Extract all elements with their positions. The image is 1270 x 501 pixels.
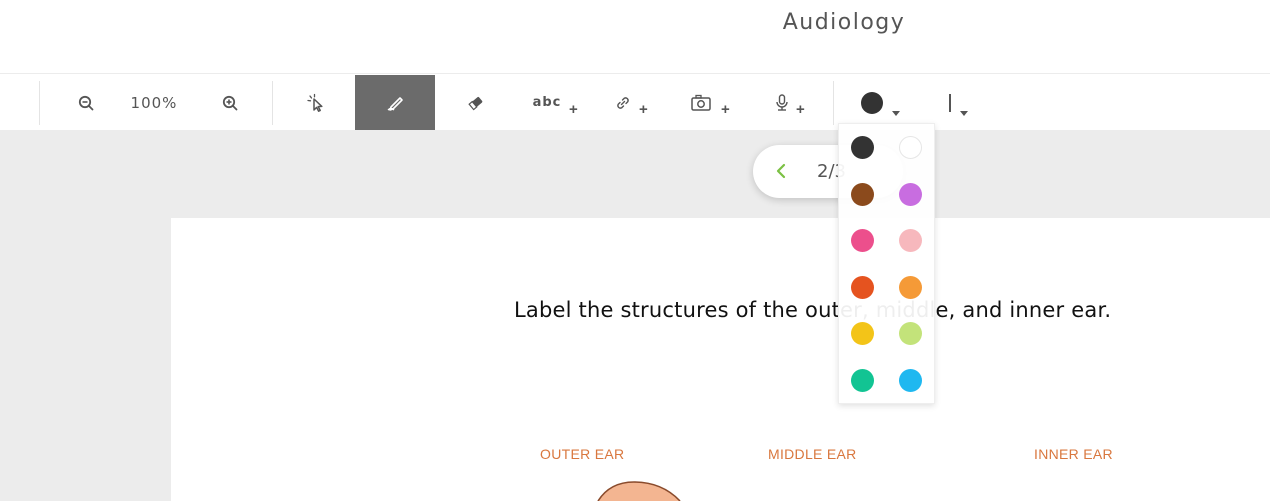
chevron-down-icon [892,111,900,116]
toolbar-divider [272,81,273,125]
add-text-button[interactable]: abc + [523,75,585,130]
color-swatch[interactable] [851,229,874,252]
plus-icon: + [569,101,578,118]
text-tool-label: abc [532,95,562,110]
color-picker-button[interactable] [850,75,906,130]
pointer-select-icon [307,93,323,112]
app-title: Audiology [782,10,906,35]
select-tool-button[interactable] [294,75,338,130]
microphone-icon [776,93,788,111]
selected-color-swatch [861,91,883,114]
ear-illustration [597,481,681,501]
toolbar-divider [39,81,40,125]
color-palette-dropdown [838,123,935,404]
middle-ear-label: MIDDLE EAR [768,446,857,462]
eraser-tool-button[interactable] [456,75,496,130]
pen-icon [387,96,403,111]
annotation-toolbar: 100% abc + + + + [0,75,1270,130]
add-image-button[interactable]: + [683,75,735,130]
color-swatch[interactable] [851,136,874,159]
chevron-left-icon [776,163,786,179]
app-header: Audiology [0,0,1270,74]
pen-tool-button[interactable] [355,75,435,130]
toolbar-divider [833,81,834,125]
question-text: Label the structures of the outer, middl… [514,298,1112,322]
link-icon [617,96,629,109]
plus-icon: + [796,101,805,118]
color-swatch[interactable] [851,182,874,206]
color-swatch[interactable] [851,275,874,299]
add-link-button[interactable]: + [605,75,655,130]
zoom-in-icon [222,95,238,110]
eraser-icon [468,96,483,110]
color-swatch[interactable] [899,229,922,252]
zoom-out-icon [78,95,94,110]
previous-page-button[interactable] [769,159,793,183]
zoom-level: 100% [118,75,190,130]
stroke-width-button[interactable] [936,75,976,130]
color-swatch[interactable] [899,368,922,392]
outer-ear-label: OUTER EAR [540,446,625,462]
camera-icon [691,94,711,111]
color-swatch[interactable] [851,322,874,345]
zoom-out-button[interactable] [66,75,106,130]
plus-icon: + [639,101,648,118]
color-swatch[interactable] [851,368,874,392]
chevron-down-icon [960,111,968,116]
color-swatch[interactable] [899,275,922,299]
inner-ear-label: INNER EAR [1034,446,1113,462]
color-swatch[interactable] [899,322,922,345]
zoom-in-button[interactable] [210,75,250,130]
plus-icon: + [721,101,730,118]
color-swatch[interactable] [899,182,922,206]
stroke-width-icon [949,93,951,112]
zoom-level-text: 100% [130,93,178,112]
color-swatch[interactable] [899,136,922,159]
add-audio-button[interactable]: + [768,75,812,130]
